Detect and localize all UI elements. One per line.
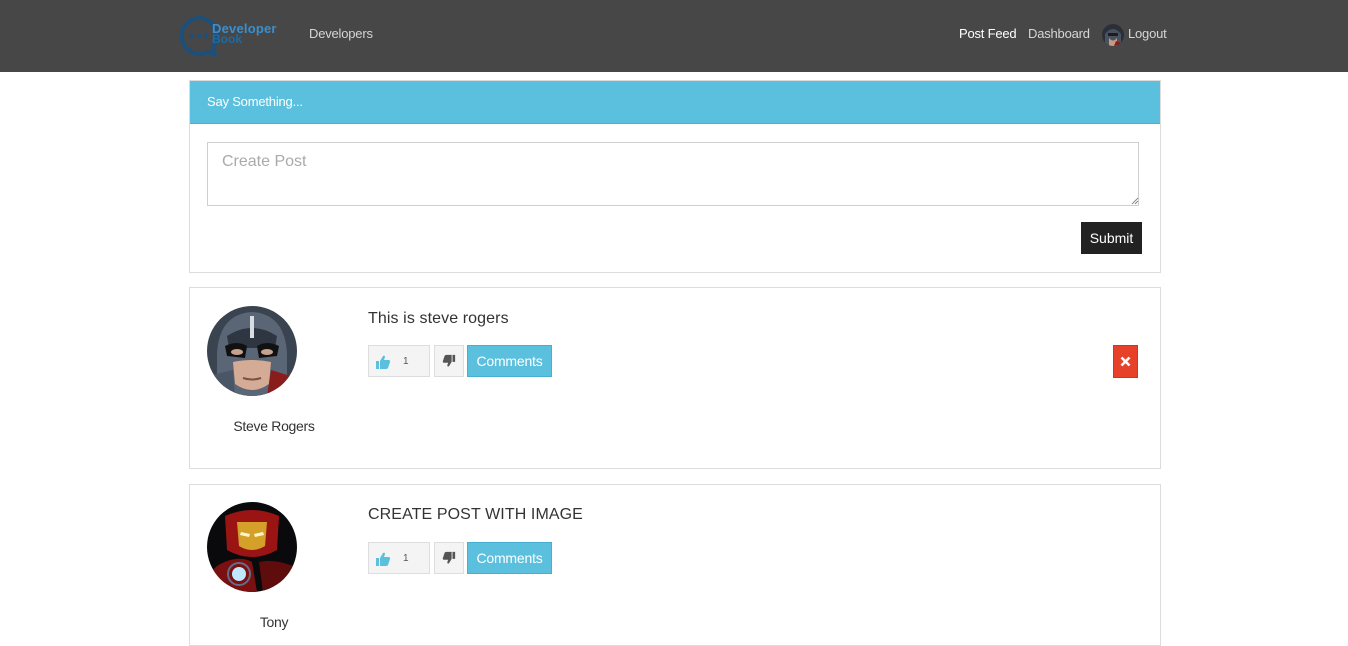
- create-post-title: Say Something...: [207, 94, 303, 109]
- avatar-image: [207, 306, 297, 396]
- nav-post-feed-link[interactable]: Post Feed: [959, 26, 1017, 41]
- comments-button[interactable]: Comments: [467, 542, 552, 574]
- create-post-header: Say Something...: [190, 81, 1160, 124]
- close-icon: [1120, 356, 1131, 367]
- iron-man-avatar[interactable]: [207, 502, 297, 592]
- nav-dashboard-link[interactable]: Dashboard: [1028, 26, 1090, 41]
- post-card: Steve Rogers This is steve rogers 1 Comm…: [189, 287, 1161, 469]
- post-card: Tony CREATE POST WITH IMAGE 1 Comments: [189, 484, 1161, 646]
- create-post-input[interactable]: [207, 142, 1139, 206]
- dislike-button[interactable]: [434, 345, 464, 377]
- comments-button[interactable]: Comments: [467, 345, 552, 377]
- post-text: CREATE POST WITH IMAGE: [368, 506, 583, 523]
- avatar-image: [207, 502, 297, 592]
- like-count: 1: [403, 356, 409, 367]
- thumbs-down-icon: [442, 354, 456, 367]
- like-button[interactable]: 1: [368, 345, 430, 377]
- resize-grip-icon[interactable]: [1131, 197, 1139, 205]
- nav-developers-link[interactable]: Developers: [309, 26, 373, 41]
- thumbs-up-icon: [376, 355, 391, 369]
- post-author-name: Steve Rogers: [233, 418, 315, 434]
- post-text: This is steve rogers: [368, 310, 509, 327]
- like-button[interactable]: 1: [368, 542, 430, 574]
- avatar-image: [1102, 24, 1124, 46]
- delete-post-button[interactable]: [1113, 345, 1138, 378]
- thumbs-down-icon: [442, 551, 456, 564]
- captain-america-avatar[interactable]: [207, 306, 297, 396]
- user-avatar[interactable]: [1102, 24, 1124, 46]
- thumbs-up-icon: [376, 552, 391, 566]
- nav-logout-link[interactable]: Logout: [1128, 26, 1167, 41]
- create-post-card: Say Something... Submit: [189, 80, 1161, 273]
- brand-name-suffix: Book: [212, 32, 242, 46]
- like-count: 1: [403, 553, 409, 564]
- brand-logo[interactable]: Developer Book: [178, 14, 288, 58]
- post-author-name: Tony: [259, 614, 289, 630]
- submit-button[interactable]: Submit: [1081, 222, 1142, 254]
- dislike-button[interactable]: [434, 542, 464, 574]
- navbar: Developer Book Developers Post Feed Dash…: [0, 0, 1348, 72]
